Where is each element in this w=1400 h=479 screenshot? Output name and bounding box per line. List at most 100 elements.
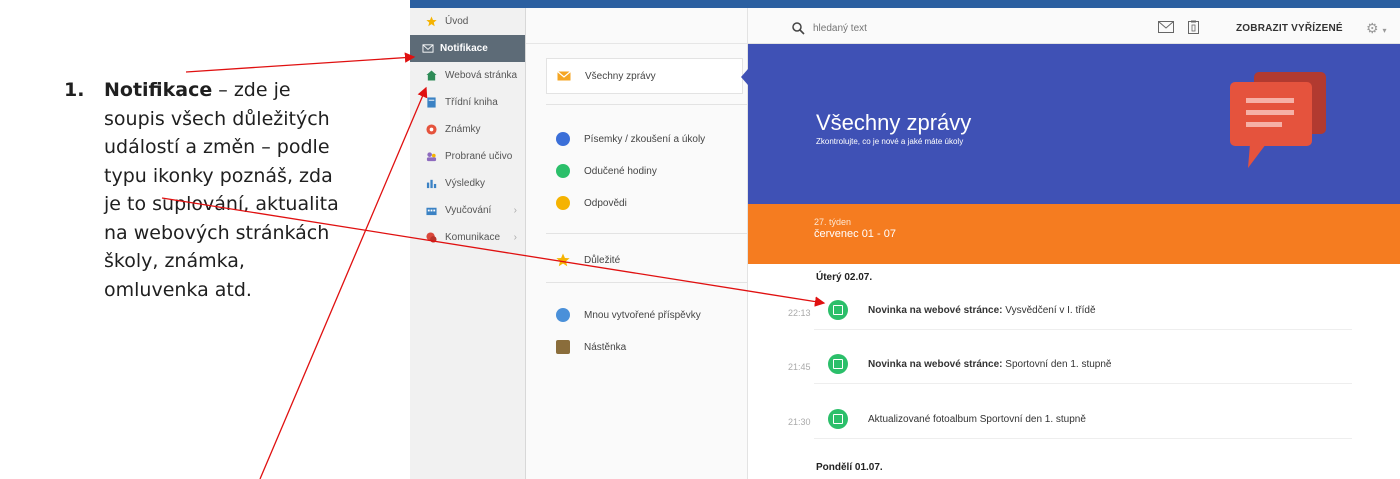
message-filter-menu: Všechny zprávy Písemky / zkoušení a úkol… (526, 8, 748, 479)
page-subtitle: Zkontrolujte, co je nové a jaké máte úko… (816, 137, 964, 146)
sidebar-item-tridni-kniha[interactable]: Třídní kniha (410, 89, 525, 116)
assignment-icon (556, 132, 570, 146)
menu-item-taught-lessons[interactable]: Odučené hodiny (526, 155, 747, 187)
divider (814, 329, 1352, 330)
sidebar: Úvod Notifikace Webová stránka Třídní kn… (410, 8, 526, 479)
menu-item-label: Mnou vytvořené příspěvky (584, 309, 701, 321)
annotation-line: školy, známka, (104, 250, 245, 272)
sidebar-item-uvod[interactable]: Úvod (410, 8, 525, 35)
globe-icon (556, 308, 570, 322)
menu-item-label: Všechny zprávy (585, 70, 656, 82)
chat-icon (426, 232, 437, 243)
book-icon (427, 97, 436, 108)
divider (546, 282, 747, 283)
sidebar-item-label: Známky (445, 124, 481, 135)
sidebar-item-komunikace[interactable]: Komunikace › (410, 224, 525, 251)
envelope-icon (422, 44, 434, 53)
divider (814, 438, 1352, 439)
annotation-line: událostí a změn – podle (104, 136, 330, 158)
messages-content: Všechny zprávy Zkontrolujte, co je nové … (748, 44, 1400, 479)
message-text: Aktualizované fotoalbum Sportovní den 1.… (868, 414, 1086, 425)
annotation-line: typu ikonky poznáš, zda (104, 164, 333, 187)
menu-item-board[interactable]: Nástěnka (526, 331, 747, 363)
envelope-icon (557, 71, 571, 81)
sidebar-item-vyucovani[interactable]: Vyučování › (410, 197, 525, 224)
photo-album-icon (828, 409, 848, 429)
annotation-line: – zde je (212, 79, 291, 101)
sidebar-item-label: Komunikace (445, 232, 501, 243)
top-header: ZOBRAZIT VYŘÍZENÉ ⚙ ▾ (748, 8, 1400, 44)
message-text: Novinka na webové stránce: Sportovní den… (868, 359, 1111, 370)
menu-item-label: Nástěnka (584, 341, 627, 353)
annotation-line: soupis všech důležitých (104, 107, 330, 130)
menu-item-label: Důležité (584, 254, 621, 266)
message-type: Novinka na webové stránce: (868, 359, 1003, 370)
annotation-line: omluvenka atd. (104, 278, 252, 301)
speech-bubble-icon (1230, 72, 1326, 168)
sidebar-item-vysledky[interactable]: Výsledky (410, 170, 525, 197)
menu-item-all-messages[interactable]: Všechny zprávy (546, 58, 748, 94)
gear-icon[interactable]: ⚙ ▾ (1366, 20, 1386, 37)
annotation-body: Notifikace – zde je soupis všech důležit… (104, 76, 402, 304)
active-indicator (741, 69, 748, 85)
menu-item-important[interactable]: Důležité (526, 244, 747, 276)
message-text: Novinka na webové stránce: Vysvědčení v … (868, 305, 1096, 316)
list-item[interactable]: 22:13 Novinka na webové stránce: Vysvědč… (748, 294, 1400, 330)
sidebar-item-label: Třídní kniha (445, 97, 498, 108)
message-detail: Sportovní den 1. stupně (1002, 359, 1112, 370)
sidebar-item-label: Úvod (445, 16, 469, 27)
sidebar-item-znamky[interactable]: Známky (410, 116, 525, 143)
list-item[interactable]: 21:30 Aktualizované fotoalbum Sportovní … (748, 403, 1400, 439)
web-news-icon (828, 354, 848, 374)
school-icon (426, 207, 437, 216)
menu-topbar (526, 8, 747, 44)
list-item[interactable]: 21:45 Novinka na webové stránce: Sportov… (748, 348, 1400, 384)
show-resolved-button[interactable]: ZOBRAZIT VYŘÍZENÉ (1236, 23, 1343, 34)
menu-item-replies[interactable]: Odpovědi (526, 187, 747, 219)
people-icon (426, 152, 437, 162)
search-box[interactable] (792, 18, 1042, 38)
sidebar-item-webova-stranka[interactable]: Webová stránka (410, 62, 525, 89)
search-input[interactable] (813, 22, 1013, 34)
chevron-right-icon: › (513, 232, 517, 243)
menu-item-label: Odpovědi (584, 197, 627, 209)
bar-chart-icon (426, 179, 437, 189)
home-icon (426, 70, 437, 81)
page-title: Všechny zprávy (816, 110, 972, 135)
star-icon (556, 253, 570, 267)
sidebar-item-notifikace[interactable]: Notifikace (410, 35, 525, 62)
message-detail: Aktualizované fotoalbum Sportovní den 1.… (868, 414, 1086, 425)
menu-item-tests-tasks[interactable]: Písemky / zkoušení a úkoly (526, 123, 747, 155)
page-banner: Všechny zprávy Zkontrolujte, co je nové … (748, 44, 1400, 204)
day-header: Úterý 02.07. (816, 272, 873, 283)
sidebar-item-label: Probrané učivo (445, 151, 513, 162)
menu-item-my-posts[interactable]: Mnou vytvořené příspěvky (526, 299, 747, 331)
annotation-number: 1. (64, 79, 85, 101)
week-bar: 27. týden červenec 01 - 07 (748, 204, 1400, 264)
divider (814, 383, 1352, 384)
clipboard-icon[interactable] (1188, 20, 1199, 34)
message-detail: Vysvědčení v I. třídě (1002, 305, 1096, 316)
reply-icon (556, 196, 570, 210)
sidebar-item-label: Vyučování (445, 205, 492, 216)
sidebar-item-label: Webová stránka (445, 70, 518, 81)
sidebar-item-probrane-ucivo[interactable]: Probrané učivo (410, 143, 525, 170)
annotation-note: 1. Notifikace – zde je soupis všech důle… (62, 76, 402, 304)
divider (546, 104, 747, 105)
sidebar-item-label: Notifikace (440, 43, 488, 54)
web-news-icon (828, 300, 848, 320)
message-time: 21:30 (788, 417, 811, 427)
week-number: 27. týden (814, 217, 852, 227)
arrow-to-notifikace (185, 52, 416, 73)
day-header: Pondělí 01.07. (816, 462, 883, 473)
board-icon (556, 340, 570, 354)
annotation-line: je to suplování, aktualita (104, 193, 339, 215)
app-window: Úvod Notifikace Webová stránka Třídní kn… (410, 0, 1400, 479)
menu-item-label: Písemky / zkoušení a úkoly (584, 133, 706, 145)
top-accent-bar (410, 0, 1400, 8)
search-icon (792, 21, 805, 35)
message-type: Novinka na webové stránce: (868, 305, 1003, 316)
star-icon (426, 16, 437, 27)
mail-icon[interactable] (1158, 20, 1174, 34)
grade-icon (426, 124, 437, 135)
